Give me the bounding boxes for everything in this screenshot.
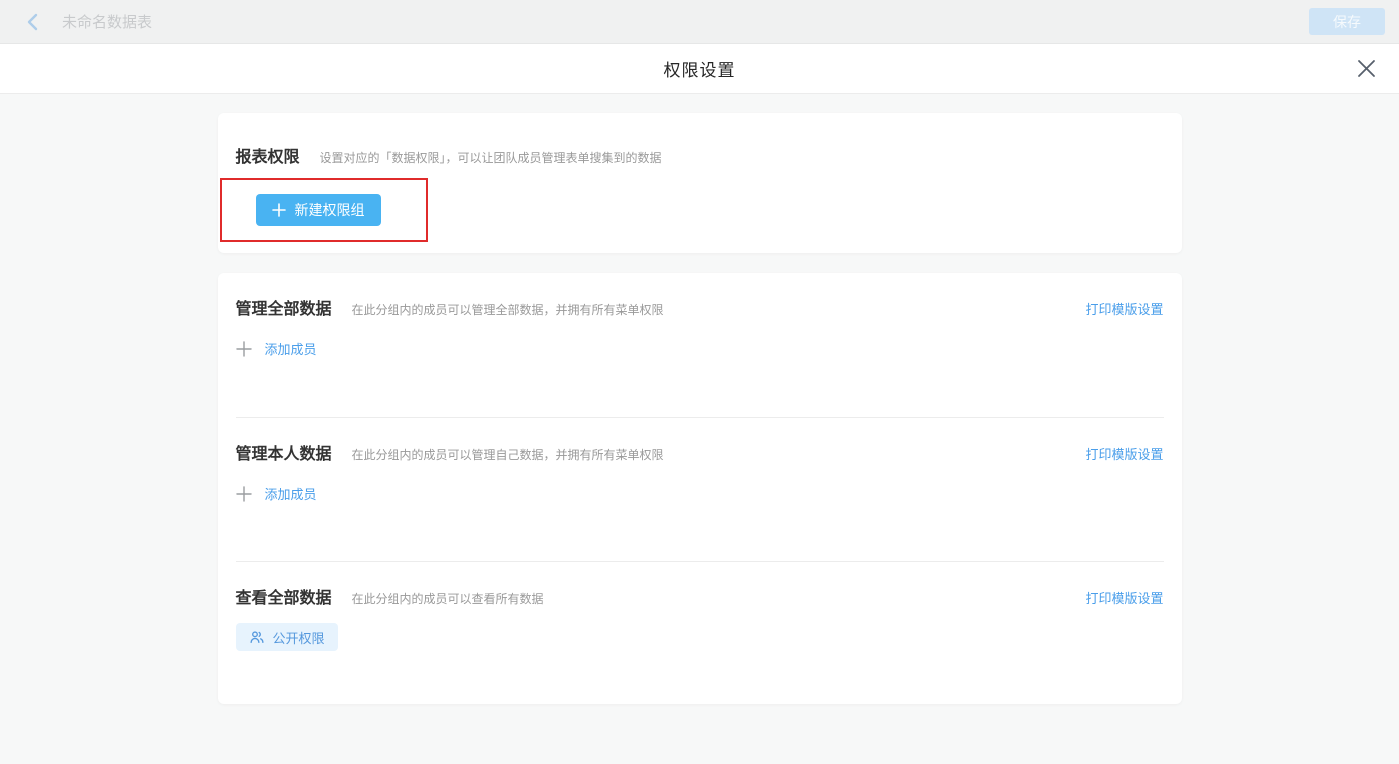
group-header: 查看全部数据 在此分组内的成员可以查看所有数据 打印模版设置 [236,584,1164,608]
back-button[interactable] [24,11,42,33]
group-section-manage-all-data: 管理全部数据 在此分组内的成员可以管理全部数据，并拥有所有菜单权限 打印模版设置… [236,273,1164,417]
plus-icon [236,486,252,502]
public-permission-badge[interactable]: 公开权限 [236,623,338,651]
new-permission-group-button[interactable]: 新建权限组 [256,194,381,226]
group-section-manage-own-data: 管理本人数据 在此分组内的成员可以管理自己数据，并拥有所有菜单权限 打印模版设置… [236,418,1164,561]
group-description: 在此分组内的成员可以查看所有数据 [352,590,544,607]
close-button[interactable] [1353,56,1379,82]
public-permission-label: 公开权限 [273,628,325,647]
report-permission-title: 报表权限 [236,143,300,167]
group-description: 在此分组内的成员可以管理全部数据，并拥有所有菜单权限 [352,301,664,318]
print-template-settings-link[interactable]: 打印模版设置 [1085,299,1163,318]
people-icon [249,629,265,645]
top-bar: 未命名数据表 保存 [0,0,1399,44]
group-title: 管理全部数据 [236,295,332,319]
modal-body: 报表权限 设置对应的「数据权限」，可以让团队成员管理表单搜集到的数据 新建权限组… [0,94,1399,764]
group-header: 管理全部数据 在此分组内的成员可以管理全部数据，并拥有所有菜单权限 打印模版设置 [236,295,1164,319]
add-member-button[interactable]: 添加成员 [236,339,317,358]
modal-title: 权限设置 [664,56,736,81]
chevron-left-icon [24,11,42,33]
close-icon [1356,58,1377,79]
plus-icon [272,203,286,217]
document-title: 未命名数据表 [62,11,152,32]
group-header: 管理本人数据 在此分组内的成员可以管理自己数据，并拥有所有菜单权限 打印模版设置 [236,440,1164,464]
new-permission-group-label: 新建权限组 [295,200,365,220]
group-description: 在此分组内的成员可以管理自己数据，并拥有所有菜单权限 [352,446,664,463]
report-permission-description: 设置对应的「数据权限」，可以让团队成员管理表单搜集到的数据 [320,149,662,166]
print-template-settings-link[interactable]: 打印模版设置 [1085,444,1163,463]
report-permission-card: 报表权限 设置对应的「数据权限」，可以让团队成员管理表单搜集到的数据 新建权限组 [218,113,1182,253]
group-title: 管理本人数据 [236,440,332,464]
print-template-settings-link[interactable]: 打印模版设置 [1085,588,1163,607]
group-title: 查看全部数据 [236,584,332,608]
add-member-button[interactable]: 添加成员 [236,484,317,503]
save-button[interactable]: 保存 [1309,8,1385,35]
add-member-label: 添加成员 [265,339,317,358]
group-section-view-all-data: 查看全部数据 在此分组内的成员可以查看所有数据 打印模版设置 公开权限 [236,562,1164,704]
add-member-label: 添加成员 [265,484,317,503]
plus-icon [236,341,252,357]
permission-groups-card: 管理全部数据 在此分组内的成员可以管理全部数据，并拥有所有菜单权限 打印模版设置… [218,273,1182,704]
modal-header: 权限设置 [0,44,1399,94]
report-permission-header: 报表权限 设置对应的「数据权限」，可以让团队成员管理表单搜集到的数据 [236,143,1164,167]
